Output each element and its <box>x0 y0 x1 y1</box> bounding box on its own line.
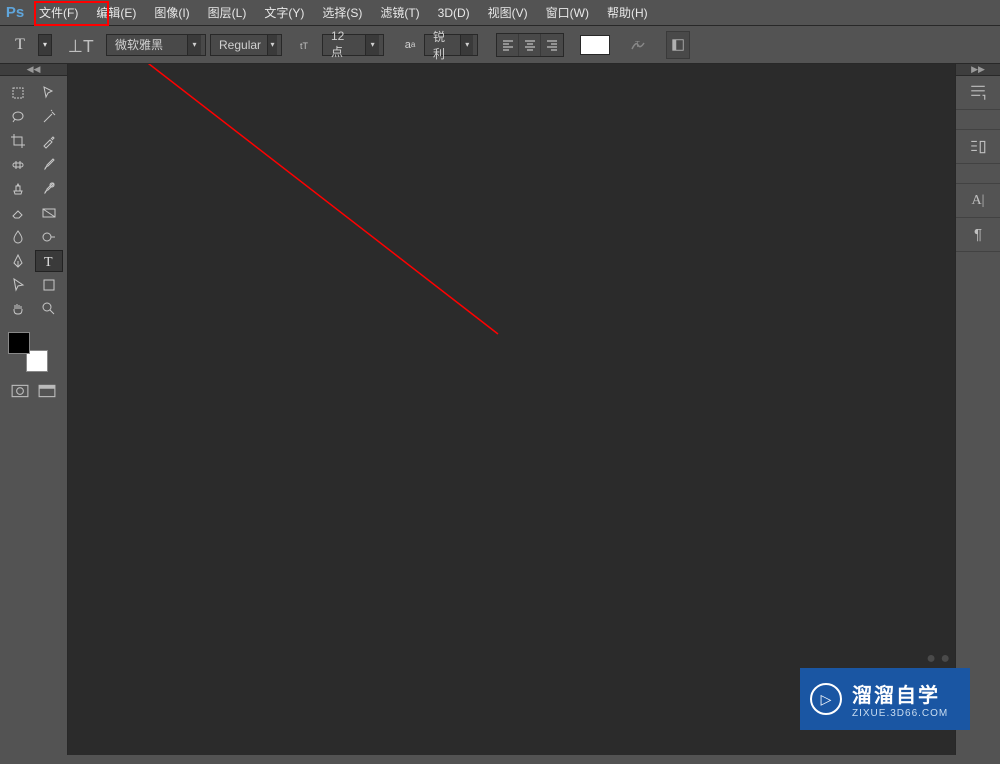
path-selection-tool[interactable] <box>4 274 32 296</box>
menu-type[interactable]: 文字(Y) <box>255 0 313 26</box>
zoom-tool[interactable] <box>35 298 63 320</box>
character-styles-panel-icon[interactable] <box>956 130 1000 164</box>
font-family-value: 微软雅黑 <box>115 36 163 53</box>
gradient-tool[interactable] <box>35 202 63 224</box>
screen-mode-button[interactable] <box>36 382 60 400</box>
anti-alias-icon: aa <box>400 31 420 59</box>
canvas-area[interactable] <box>68 64 955 755</box>
text-color-swatch[interactable] <box>580 35 610 55</box>
menu-file[interactable]: 文件(F) <box>30 0 87 26</box>
toolbox-panel: ◀◀ T <box>0 64 68 755</box>
text-align-group <box>496 33 564 57</box>
watermark-badge: ▷ 溜溜自学 ZIXUE.3D66.COM <box>800 668 970 730</box>
menu-3d[interactable]: 3D(D) <box>429 0 479 26</box>
chevron-down-icon: ▾ <box>460 35 473 55</box>
pen-tool[interactable] <box>4 250 32 272</box>
font-family-dropdown[interactable]: 微软雅黑 ▾ <box>106 34 206 56</box>
dodge-tool[interactable] <box>35 226 63 248</box>
healing-brush-tool[interactable] <box>4 154 32 176</box>
paragraph-panel-icon[interactable]: ¶ <box>956 218 1000 252</box>
anti-alias-dropdown[interactable]: 锐利 ▾ <box>424 34 478 56</box>
size-icon: tT <box>298 31 318 59</box>
move-tool[interactable] <box>4 82 32 104</box>
paragraph-styles-panel-icon[interactable] <box>956 76 1000 110</box>
workspace: ◀◀ T <box>0 64 1000 755</box>
menu-edit[interactable]: 编辑(E) <box>87 0 145 26</box>
font-size-value: 12 点 <box>331 29 359 60</box>
chevron-down-icon: ▾ <box>267 35 277 55</box>
character-panel-button[interactable] <box>666 31 690 59</box>
clone-stamp-tool[interactable] <box>4 178 32 200</box>
type-tool[interactable]: T <box>35 250 63 272</box>
orientation-toggle-icon[interactable]: ⊥T <box>66 31 94 59</box>
anti-alias-value: 锐利 <box>433 28 454 62</box>
character-panel-icon[interactable]: A| <box>956 184 1000 218</box>
menu-bar: Ps 文件(F) 编辑(E) 图像(I) 图层(L) 文字(Y) 选择(S) 滤… <box>0 0 1000 26</box>
font-size-dropdown[interactable]: 12 点 ▾ <box>322 34 384 56</box>
right-panel-collapse[interactable]: ▶▶ <box>956 64 1000 76</box>
shape-tool[interactable] <box>35 274 63 296</box>
crop-tool[interactable] <box>4 130 32 152</box>
watermark-mascot-icon: ● ● <box>926 650 950 668</box>
font-style-dropdown[interactable]: Regular ▾ <box>210 34 282 56</box>
color-picker[interactable] <box>8 332 48 372</box>
toolbox-collapse-handle[interactable]: ◀◀ <box>0 64 67 76</box>
tool-preset-icon[interactable]: T <box>6 31 34 59</box>
options-bar: T ▾ ⊥T 微软雅黑 ▾ Regular ▾ tT 12 点 ▾ aa 锐利 … <box>0 26 1000 64</box>
menu-select[interactable]: 选择(S) <box>313 0 371 26</box>
menu-help[interactable]: 帮助(H) <box>598 0 657 26</box>
align-center-button[interactable] <box>519 34 541 56</box>
marquee-tool[interactable] <box>35 82 63 104</box>
play-icon: ▷ <box>810 683 842 715</box>
watermark-title: 溜溜自学 <box>852 679 948 708</box>
svg-text:T: T <box>44 255 53 269</box>
eraser-tool[interactable] <box>4 202 32 224</box>
tool-preset-dropdown[interactable]: ▾ <box>38 34 52 56</box>
history-brush-tool[interactable] <box>35 178 63 200</box>
svg-text:tT: tT <box>300 41 309 51</box>
align-left-button[interactable] <box>497 34 519 56</box>
chevron-down-icon: ▾ <box>365 35 379 55</box>
right-panel-strip: ▶▶ A| ¶ <box>955 64 1000 755</box>
menu-window[interactable]: 窗口(W) <box>537 0 598 26</box>
menu-layer[interactable]: 图层(L) <box>199 0 256 26</box>
align-right-button[interactable] <box>541 34 563 56</box>
chevron-down-icon: ▾ <box>187 35 201 55</box>
svg-text:⊥T: ⊥T <box>68 36 94 56</box>
svg-text:T: T <box>635 40 640 49</box>
lasso-tool[interactable] <box>4 106 32 128</box>
foreground-color-swatch[interactable] <box>8 332 30 354</box>
blur-tool[interactable] <box>4 226 32 248</box>
font-style-value: Regular <box>219 38 261 52</box>
menu-filter[interactable]: 滤镜(T) <box>371 0 428 26</box>
brush-tool[interactable] <box>35 154 63 176</box>
app-logo[interactable]: Ps <box>0 0 30 26</box>
menu-view[interactable]: 视图(V) <box>479 0 537 26</box>
hand-tool[interactable] <box>4 298 32 320</box>
eyedropper-tool[interactable] <box>35 130 63 152</box>
watermark-url: ZIXUE.3D66.COM <box>852 708 948 719</box>
warp-text-button[interactable]: T <box>626 31 650 59</box>
magic-wand-tool[interactable] <box>35 106 63 128</box>
annotation-arrow <box>68 64 968 764</box>
quick-mask-button[interactable] <box>8 382 32 400</box>
menu-image[interactable]: 图像(I) <box>145 0 198 26</box>
